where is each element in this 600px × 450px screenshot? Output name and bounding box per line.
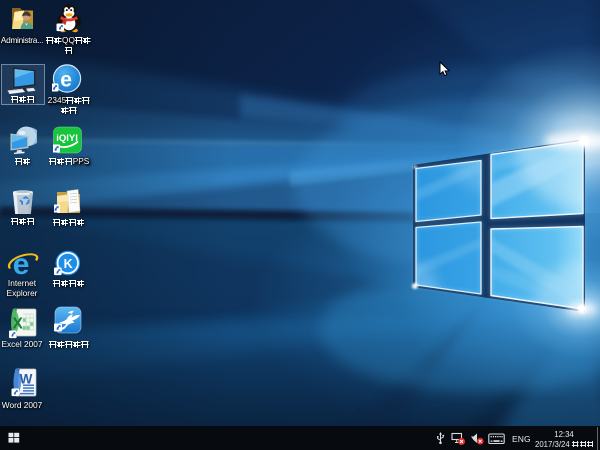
svg-text:K: K [64,257,73,271]
svg-text:e: e [13,248,30,277]
svg-text:e: e [60,68,72,91]
svg-text:X: X [13,316,24,333]
svg-text:W: W [20,372,33,387]
svg-text:iQIYI: iQIYI [56,133,78,144]
